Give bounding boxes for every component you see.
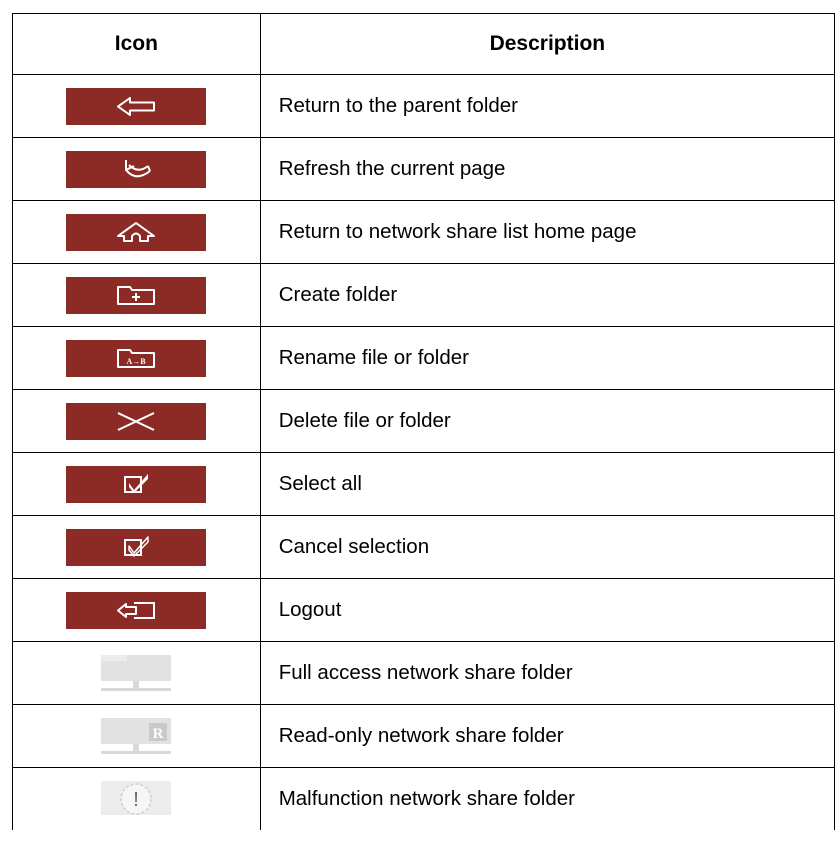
row-description: Refresh the current page <box>259 137 835 201</box>
svg-text:A→B: A→B <box>127 357 147 366</box>
logout-icon <box>66 591 207 629</box>
read-only-share-folder-icon: R <box>13 714 260 758</box>
row-description: Create folder <box>259 263 835 327</box>
icon-description-table: Icon Description Return to the parent fo… <box>12 13 835 830</box>
row-description: Full access network share folder <box>259 641 835 705</box>
table-row: Select all <box>12 452 835 516</box>
row-description: Return to the parent folder <box>259 74 835 138</box>
table-row: Full access network share folder <box>12 641 835 705</box>
svg-text:!: ! <box>134 789 140 811</box>
delete-icon <box>66 402 207 440</box>
table-row: ! Malfunction network share folder <box>12 767 835 830</box>
row-description: Logout <box>259 578 835 642</box>
table-row: Refresh the current page <box>12 137 835 201</box>
row-description: Delete file or folder <box>259 389 835 453</box>
cancel-selection-icon <box>66 528 207 566</box>
table-row: Logout <box>12 578 835 642</box>
full-access-share-folder-icon <box>13 651 260 695</box>
icon-column-header: Icon <box>12 13 261 75</box>
create-folder-icon <box>66 276 207 314</box>
table-row: R Read-only network share folder <box>12 704 835 768</box>
row-description: Cancel selection <box>259 515 835 579</box>
refresh-icon <box>66 150 207 188</box>
svg-text:R: R <box>153 726 164 742</box>
row-description: Malfunction network share folder <box>259 767 835 830</box>
row-description: Select all <box>259 452 835 516</box>
rename-icon: A→B <box>66 339 207 377</box>
home-icon <box>66 213 207 251</box>
table-row: Return to network share list home page <box>12 200 835 264</box>
table-row: Create folder <box>12 263 835 327</box>
row-description: Read-only network share folder <box>259 704 835 768</box>
table-row: Cancel selection <box>12 515 835 579</box>
back-arrow-icon <box>66 87 207 125</box>
table-row: A→B Rename file or folder <box>12 326 835 390</box>
malfunction-share-folder-icon: ! <box>13 777 260 821</box>
header-row: Icon Description <box>12 13 835 75</box>
table-row: Delete file or folder <box>12 389 835 453</box>
description-column-header: Description <box>259 13 835 75</box>
select-all-icon <box>66 465 207 503</box>
row-description: Return to network share list home page <box>259 200 835 264</box>
table-row: Return to the parent folder <box>12 74 835 138</box>
row-description: Rename file or folder <box>259 326 835 390</box>
